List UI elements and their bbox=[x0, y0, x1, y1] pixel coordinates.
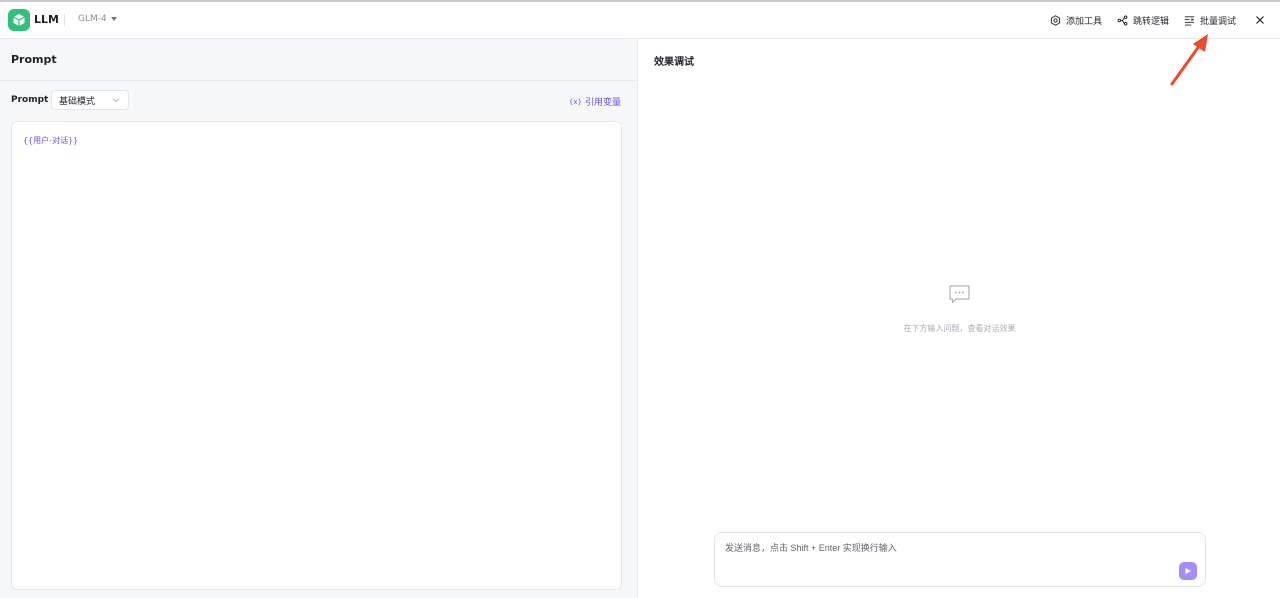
gear-icon bbox=[1050, 14, 1061, 26]
chevron-down-icon bbox=[112, 98, 120, 103]
annotation-arrow bbox=[1170, 34, 1208, 86]
header-divider bbox=[64, 14, 65, 26]
add-tool-label: 添加工具 bbox=[1066, 16, 1103, 27]
batch-debug-label: 批量调试 bbox=[1200, 16, 1237, 27]
prompt-panel: Prompt Prompt 基础模式 {x} 引用变量 {{用户-对话}} bbox=[0, 39, 638, 598]
cube-icon bbox=[13, 14, 25, 26]
prompt-mode-select[interactable]: 基础模式 bbox=[51, 90, 129, 110]
model-name: GLM-4 bbox=[78, 14, 107, 24]
prompt-panel-title: Prompt bbox=[11, 53, 57, 66]
empty-state-hint: 在下方输入问题，查看对话效果 bbox=[903, 324, 1016, 333]
batch-debug-button[interactable]: 批量调试 bbox=[1184, 13, 1236, 27]
list-icon bbox=[1184, 15, 1195, 26]
prompt-panel-header: Prompt bbox=[0, 39, 638, 81]
jump-logic-button[interactable]: 跳转逻辑 bbox=[1117, 13, 1169, 27]
model-selector[interactable]: GLM-4 bbox=[78, 14, 117, 24]
caret-down-icon bbox=[110, 17, 117, 21]
header-bar: LLM GLM-4 添加工具 跳转逻辑 批量调试 bbox=[0, 2, 1280, 39]
send-icon bbox=[1185, 568, 1191, 574]
prompt-editor[interactable]: {{用户-对话}} bbox=[11, 121, 622, 590]
branch-icon bbox=[1117, 15, 1128, 25]
reference-variable-button[interactable]: {x} 引用变量 bbox=[568, 95, 621, 109]
prompt-label: Prompt bbox=[11, 95, 49, 105]
close-icon[interactable] bbox=[1253, 13, 1267, 27]
app-logo bbox=[8, 9, 30, 31]
add-tool-button[interactable]: 添加工具 bbox=[1050, 13, 1102, 27]
jump-logic-label: 跳转逻辑 bbox=[1133, 16, 1170, 27]
reference-variable-label: 引用变量 bbox=[584, 98, 621, 108]
app-name: LLM bbox=[34, 13, 59, 26]
chat-bubble-icon bbox=[949, 285, 970, 304]
message-input[interactable] bbox=[725, 543, 1165, 553]
chat-input-box bbox=[714, 532, 1206, 587]
prompt-variable-token: {{用户-对话}} bbox=[23, 136, 79, 145]
variable-icon: {x} bbox=[568, 97, 582, 106]
prompt-mode-value: 基础模式 bbox=[59, 96, 96, 107]
debug-panel-title: 效果调试 bbox=[654, 57, 694, 68]
send-button[interactable] bbox=[1179, 562, 1197, 580]
debug-panel: 效果调试 在下方输入问题，查看对话效果 bbox=[639, 39, 1280, 598]
